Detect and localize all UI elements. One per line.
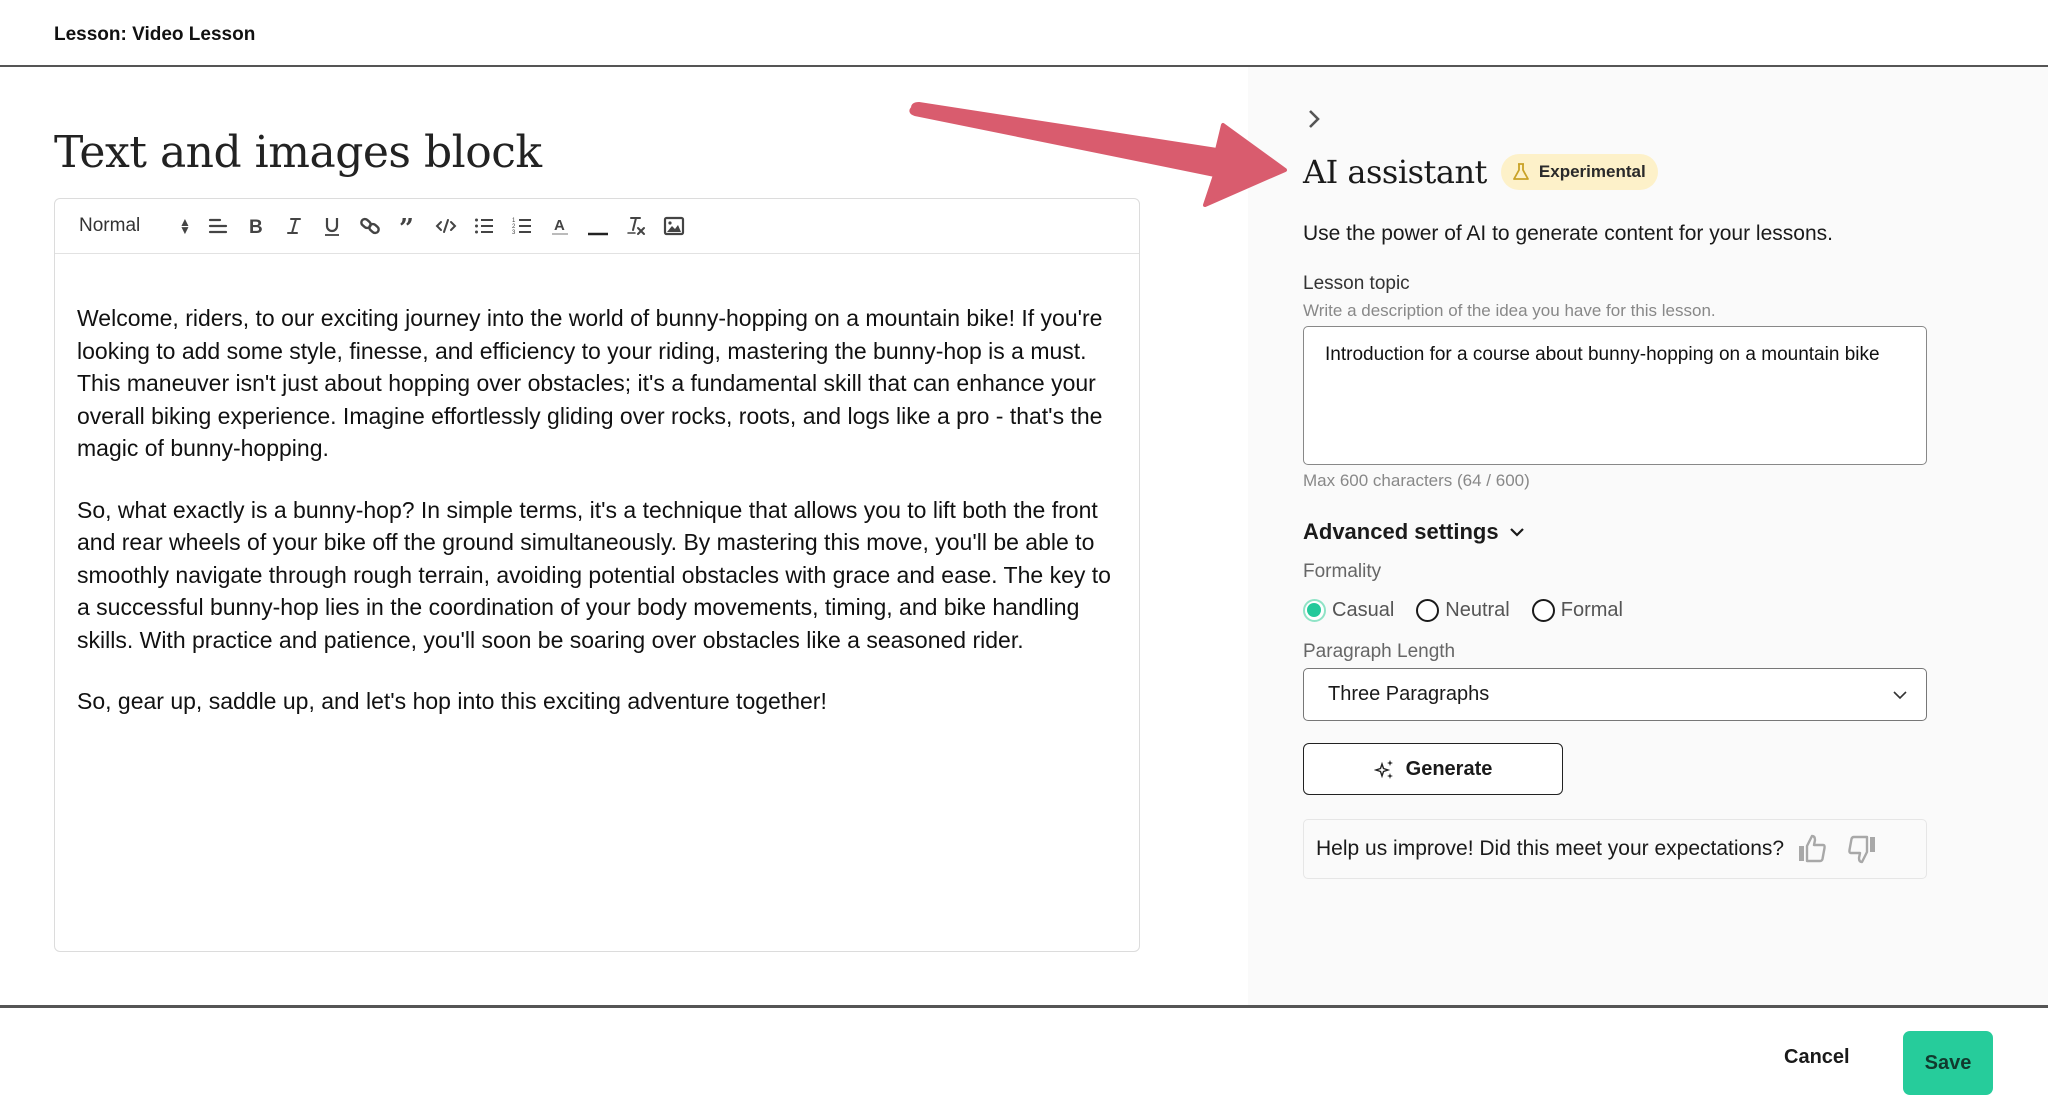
feedback-box: Help us improve! Did this meet your expe… (1303, 819, 1927, 879)
chevron-down-icon (1893, 690, 1907, 699)
svg-text:3: 3 (512, 230, 516, 236)
block-title: Text and images block (54, 127, 542, 178)
generate-button[interactable]: Generate (1303, 743, 1563, 795)
format-select-value: Normal (79, 215, 141, 236)
horizontal-rule-button[interactable] (579, 211, 617, 241)
italic-icon (287, 218, 301, 234)
panel-header: AI assistant Experimental (1303, 153, 1658, 191)
generate-label: Generate (1405, 757, 1493, 780)
text-color-icon: A (552, 217, 568, 235)
paragraph-length-select[interactable]: Three Paragraphs (1303, 668, 1927, 721)
svg-text:A: A (554, 217, 565, 234)
thumbs-down-icon[interactable] (1846, 833, 1878, 865)
bullet-list-icon (475, 218, 493, 234)
radio-label: Casual (1332, 599, 1395, 621)
radio-neutral[interactable]: Neutral (1416, 599, 1510, 622)
bullet-list-button[interactable] (465, 211, 503, 241)
lesson-topic-input[interactable]: Introduction for a course about bunny-ho… (1303, 326, 1927, 465)
editor-paragraph: Welcome, riders, to our exciting journey… (77, 305, 1103, 461)
chevron-down-icon (1509, 528, 1524, 537)
clear-formatting-icon (627, 217, 645, 235)
badge-label: Experimental (1538, 162, 1646, 181)
chevron-right-icon (1309, 110, 1320, 128)
page-title: Lesson: Video Lesson (54, 24, 256, 45)
rich-text-editor: Normal ▲ ▼ B ” 1 2 3 A Welcome, riders, … (54, 198, 1140, 952)
top-bar: Lesson: Video Lesson (0, 0, 2048, 67)
collapse-panel-button[interactable] (1302, 107, 1326, 131)
panel-title: AI assistant (1303, 153, 1487, 191)
svg-text:”: ” (399, 215, 414, 237)
code-icon (435, 219, 457, 233)
feedback-prompt: Help us improve! Did this meet your expe… (1316, 837, 1785, 860)
advanced-settings-label: Advanced settings (1303, 519, 1499, 544)
text-color-button[interactable]: A (541, 211, 579, 241)
code-button[interactable] (427, 211, 465, 241)
formality-label: Formality (1303, 561, 1382, 582)
bold-icon: B (249, 217, 263, 237)
paragraph-length-value: Three Paragraphs (1328, 683, 1490, 705)
editor-content[interactable]: Welcome, riders, to our exciting journey… (55, 254, 1139, 718)
cancel-button[interactable]: Cancel (1784, 1046, 1850, 1069)
sparkle-icon (1373, 760, 1393, 779)
underline-icon (325, 218, 339, 236)
format-select[interactable]: Normal ▲ ▼ (79, 215, 199, 237)
editor-paragraph: So, what exactly is a bunny-hop? In simp… (77, 496, 1111, 653)
radio-unchecked-icon (1531, 599, 1555, 622)
align-button[interactable] (199, 211, 237, 241)
link-button[interactable] (351, 211, 389, 241)
footer-bar: Cancel Save (0, 1005, 2048, 1116)
horizontal-rule-icon (588, 232, 608, 236)
experimental-badge: Experimental (1500, 154, 1658, 190)
underline-button[interactable] (313, 211, 351, 241)
updown-arrows-icon: ▲ ▼ (179, 215, 191, 237)
link-icon (360, 217, 380, 235)
annotation-arrow-icon (909, 102, 1287, 207)
flask-icon (1513, 163, 1529, 180)
paragraph-length-label: Paragraph Length (1303, 641, 1456, 662)
save-button[interactable]: Save (1903, 1031, 1993, 1095)
image-icon (663, 216, 685, 236)
radio-label: Neutral (1445, 599, 1510, 621)
lesson-topic-hint: Write a description of the idea you have… (1303, 301, 1716, 320)
image-button[interactable] (655, 211, 693, 241)
ordered-list-button[interactable]: 123 (503, 211, 541, 241)
editor-paragraph: So, gear up, saddle up, and let's hop in… (77, 688, 827, 714)
lesson-topic-label: Lesson topic (1303, 273, 1410, 294)
advanced-settings-toggle[interactable]: Advanced settings (1303, 519, 1525, 545)
radio-checked-icon (1303, 599, 1326, 622)
quote-icon: ” (399, 215, 414, 237)
svg-text:B: B (249, 217, 263, 237)
character-counter: Max 600 characters (64 / 600) (1303, 471, 1530, 490)
bold-button[interactable]: B (237, 211, 275, 241)
formality-radio-group: Casual Neutral Formal (1303, 599, 1645, 622)
align-left-icon (208, 218, 228, 234)
radio-formal[interactable]: Formal (1531, 599, 1623, 622)
clear-formatting-button[interactable] (617, 211, 655, 241)
radio-label: Formal (1560, 599, 1623, 621)
ai-assistant-panel: AI assistant Experimental Use the power … (1248, 67, 2048, 1006)
blockquote-button[interactable]: ” (389, 211, 427, 241)
ordered-list-icon: 123 (512, 218, 531, 236)
radio-casual[interactable]: Casual (1303, 599, 1394, 622)
thumbs-up-icon[interactable] (1796, 833, 1828, 865)
radio-unchecked-icon (1416, 599, 1440, 622)
italic-button[interactable] (275, 211, 313, 241)
panel-description: Use the power of AI to generate content … (1303, 222, 1833, 245)
